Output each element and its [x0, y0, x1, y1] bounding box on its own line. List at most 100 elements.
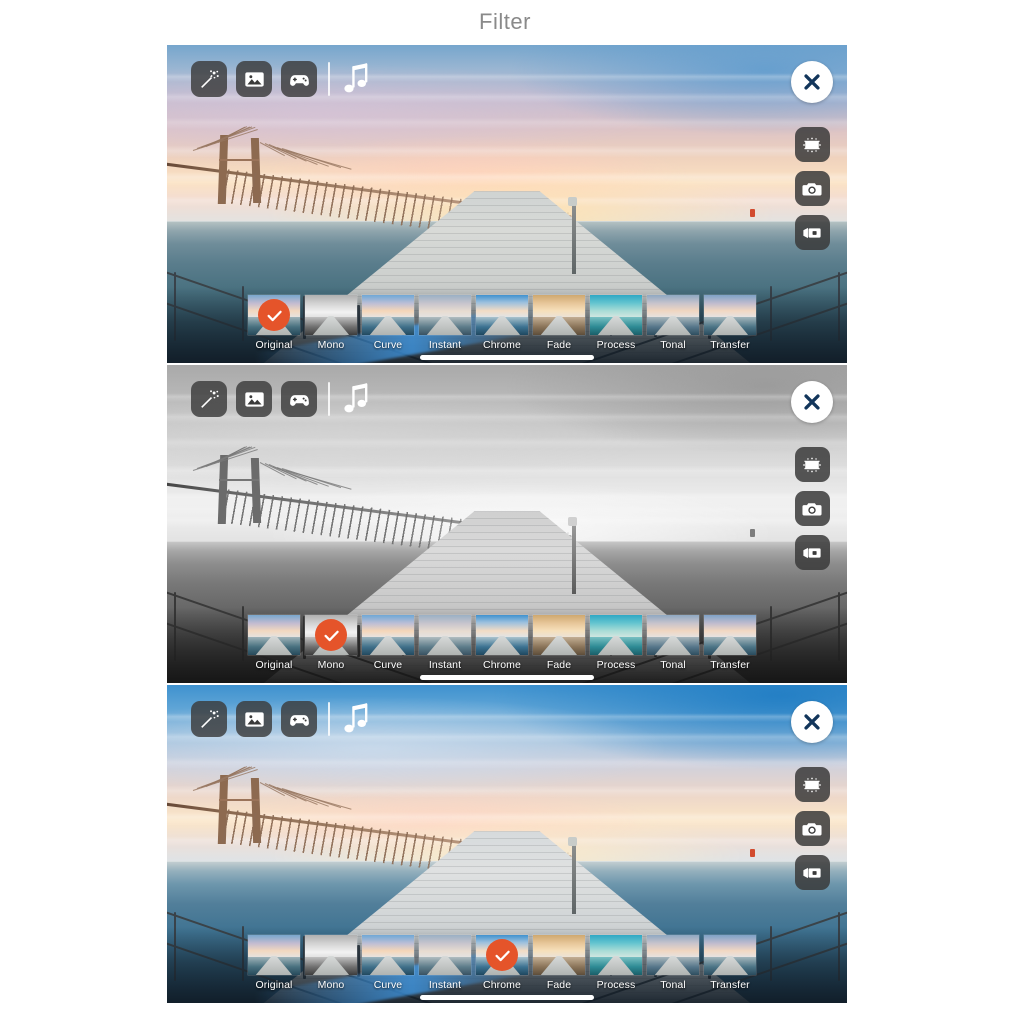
filter-label: Fade — [546, 979, 572, 991]
filter-thumbnail[interactable] — [476, 295, 528, 335]
camera-icon[interactable] — [794, 811, 830, 846]
filter-item-instant[interactable]: Instant — [419, 295, 471, 351]
filter-label: Original — [255, 979, 293, 991]
filter-thumbnail[interactable] — [590, 935, 642, 975]
filter-thumbnail[interactable] — [362, 295, 414, 335]
game-controller-icon[interactable] — [281, 381, 317, 417]
filter-item-process[interactable]: Process — [590, 295, 642, 351]
thumbnail-sky — [248, 615, 300, 638]
filter-label: Chrome — [483, 979, 521, 991]
filter-label: Instant — [428, 979, 462, 991]
preview-original: Original Mono Curve Instant Chrome Fade Proces… — [167, 45, 847, 363]
filter-item-transfer[interactable]: Transfer — [704, 935, 756, 991]
filter-thumbnail[interactable] — [419, 935, 471, 975]
filter-thumbnail[interactable] — [647, 615, 699, 655]
filter-thumbnail[interactable] — [533, 615, 585, 655]
video-camera-icon[interactable] — [794, 215, 830, 250]
filter-thumbnail[interactable] — [305, 935, 357, 975]
thumbnail-sky — [305, 295, 357, 318]
filter-item-curve[interactable]: Curve — [362, 615, 414, 671]
filter-item-mono[interactable]: Mono — [305, 615, 357, 671]
close-icon[interactable] — [791, 381, 833, 423]
toolbar-divider — [328, 62, 330, 96]
filter-item-process[interactable]: Process — [590, 615, 642, 671]
filter-item-chrome[interactable]: Chrome — [476, 935, 528, 991]
magic-wand-icon[interactable] — [191, 381, 227, 417]
filter-thumbnail[interactable] — [419, 615, 471, 655]
thumbnail-sky — [419, 295, 471, 318]
selected-check-badge — [258, 299, 290, 331]
filter-thumbnail[interactable] — [647, 295, 699, 335]
filter-item-fade[interactable]: Fade — [533, 615, 585, 671]
top-toolbar — [191, 701, 372, 737]
filter-item-tonal[interactable]: Tonal — [647, 295, 699, 351]
filter-thumbnail[interactable] — [305, 295, 357, 335]
filter-label: Mono — [317, 339, 345, 351]
filter-item-fade[interactable]: Fade — [533, 935, 585, 991]
filter-thumbnail[interactable] — [533, 935, 585, 975]
filter-thumbnail[interactable] — [704, 295, 756, 335]
close-icon[interactable] — [791, 701, 833, 743]
filter-item-transfer[interactable]: Transfer — [704, 295, 756, 351]
filter-item-original[interactable]: Original — [248, 615, 300, 671]
filter-thumbnail[interactable] — [647, 935, 699, 975]
magic-wand-icon[interactable] — [191, 61, 227, 97]
photo-icon[interactable] — [236, 701, 272, 737]
filter-thumbnail[interactable] — [419, 295, 471, 335]
filter-thumbnail[interactable] — [704, 615, 756, 655]
camera-icon[interactable] — [794, 171, 830, 206]
home-indicator — [420, 355, 594, 360]
close-icon[interactable] — [791, 61, 833, 103]
rotate-frame-icon[interactable] — [794, 767, 830, 802]
rotate-frame-icon[interactable] — [794, 447, 830, 482]
filter-item-instant[interactable]: Instant — [419, 615, 471, 671]
video-camera-icon[interactable] — [794, 535, 830, 570]
rotate-frame-icon[interactable] — [794, 127, 830, 162]
filter-thumbnail[interactable] — [362, 935, 414, 975]
thumbnail-sky — [704, 615, 756, 638]
music-note-icon[interactable] — [342, 62, 372, 96]
filter-thumbnail[interactable] — [248, 295, 300, 335]
filter-item-fade[interactable]: Fade — [533, 295, 585, 351]
filter-thumbnail[interactable] — [476, 935, 528, 975]
filter-label: Chrome — [483, 659, 521, 671]
filter-item-tonal[interactable]: Tonal — [647, 615, 699, 671]
filter-item-instant[interactable]: Instant — [419, 935, 471, 991]
thumbnail-sky — [533, 615, 585, 638]
filter-thumbnail[interactable] — [248, 615, 300, 655]
filter-item-mono[interactable]: Mono — [305, 935, 357, 991]
filter-item-transfer[interactable]: Transfer — [704, 615, 756, 671]
video-camera-icon[interactable] — [794, 855, 830, 890]
filter-item-chrome[interactable]: Chrome — [476, 615, 528, 671]
filter-thumbnail[interactable] — [476, 615, 528, 655]
filter-item-curve[interactable]: Curve — [362, 295, 414, 351]
filter-thumbnail[interactable] — [362, 615, 414, 655]
side-toolbar — [791, 381, 833, 570]
filter-thumbnail[interactable] — [704, 935, 756, 975]
filter-item-chrome[interactable]: Chrome — [476, 295, 528, 351]
filter-thumbnail[interactable] — [590, 295, 642, 335]
game-controller-icon[interactable] — [281, 61, 317, 97]
filter-item-curve[interactable]: Curve — [362, 935, 414, 991]
filter-item-original[interactable]: Original — [248, 295, 300, 351]
thumbnail-sky — [305, 935, 357, 958]
filter-item-tonal[interactable]: Tonal — [647, 935, 699, 991]
photo-icon[interactable] — [236, 381, 272, 417]
music-note-icon[interactable] — [342, 702, 372, 736]
filter-label: Mono — [317, 979, 345, 991]
filter-thumbnail[interactable] — [533, 295, 585, 335]
magic-wand-icon[interactable] — [191, 701, 227, 737]
filter-item-process[interactable]: Process — [590, 935, 642, 991]
filter-item-original[interactable]: Original — [248, 935, 300, 991]
toolbar-divider — [328, 702, 330, 736]
camera-icon[interactable] — [794, 491, 830, 526]
filter-item-mono[interactable]: Mono — [305, 295, 357, 351]
game-controller-icon[interactable] — [281, 701, 317, 737]
filter-label: Fade — [546, 339, 572, 351]
buoy-marker — [750, 529, 756, 538]
music-note-icon[interactable] — [342, 382, 372, 416]
filter-thumbnail[interactable] — [305, 615, 357, 655]
photo-icon[interactable] — [236, 61, 272, 97]
filter-thumbnail[interactable] — [248, 935, 300, 975]
filter-thumbnail[interactable] — [590, 615, 642, 655]
